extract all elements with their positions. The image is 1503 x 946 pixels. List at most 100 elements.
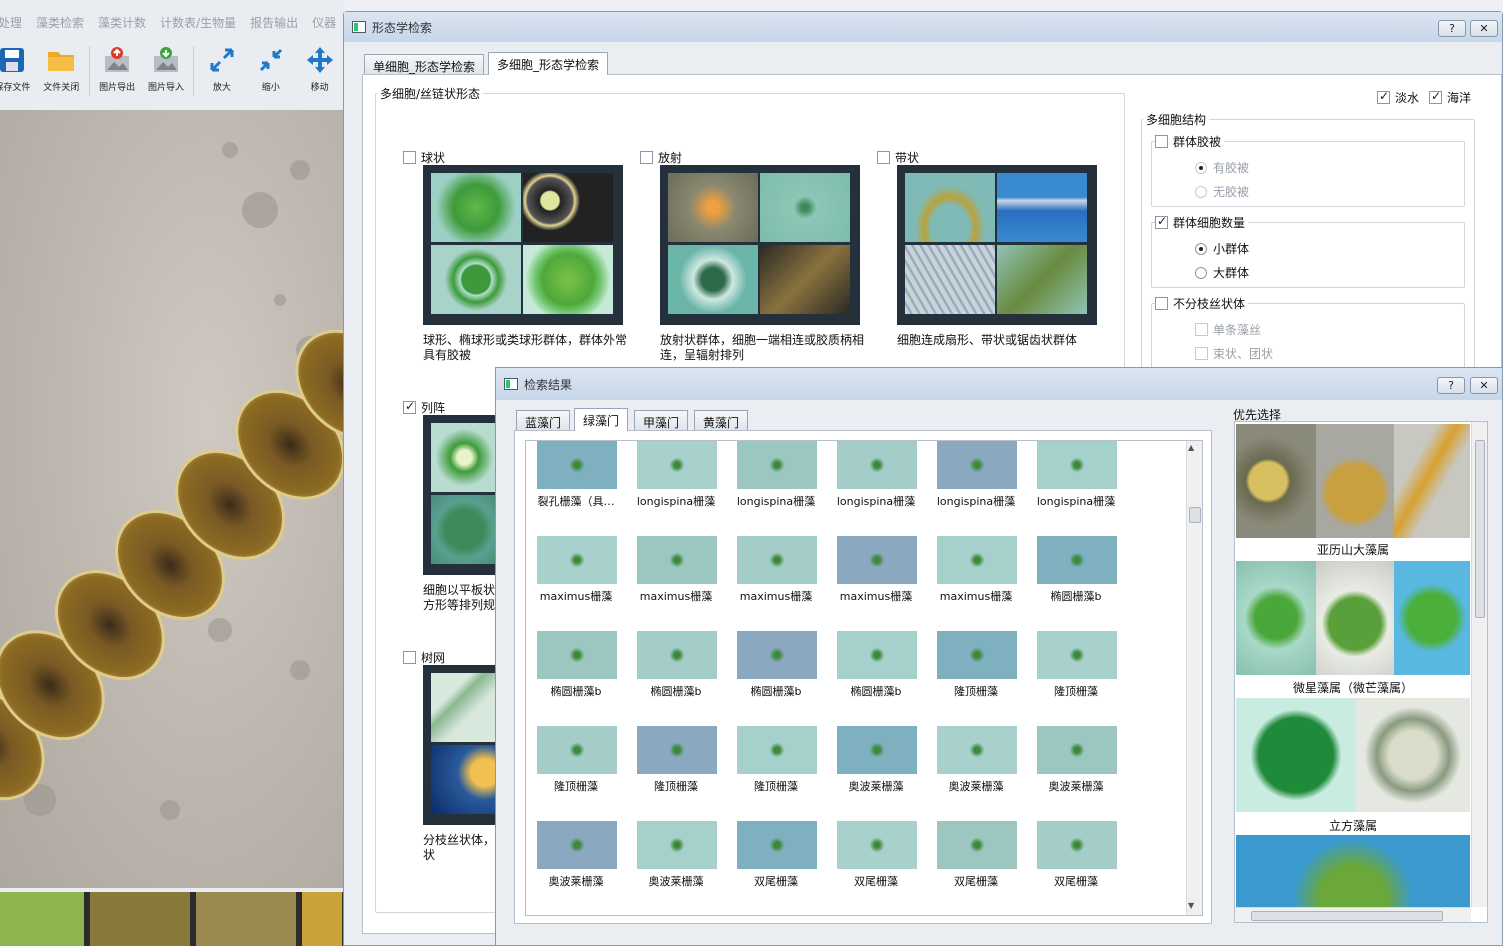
scroll-thumb[interactable] (1251, 911, 1443, 921)
result-item[interactable]: longispina栅藻 (726, 441, 826, 531)
result-item[interactable]: 双尾栅藻 (926, 821, 1026, 911)
radial-checkbox[interactable] (640, 151, 653, 164)
result-thumbnail[interactable] (1037, 631, 1117, 679)
marine-option[interactable]: 海洋 (1429, 89, 1471, 106)
band-checkbox[interactable] (877, 151, 890, 164)
result-thumbnail[interactable] (737, 726, 817, 774)
result-thumbnail[interactable] (837, 441, 917, 489)
result-thumbnail[interactable] (1037, 821, 1117, 869)
colony-count-option[interactable]: 群体细胞数量 (1155, 214, 1249, 231)
spherical-checkbox[interactable] (403, 151, 416, 164)
small-colony-radio[interactable] (1195, 243, 1207, 255)
freshwater-checkbox[interactable] (1377, 89, 1390, 104)
results-vscrollbar[interactable]: ▲ ▼ (1186, 441, 1202, 915)
result-item[interactable]: maximus栅藻 (826, 536, 926, 626)
unbranched-option[interactable]: 不分枝丝状体 (1155, 295, 1249, 312)
priority-item-image[interactable] (1236, 698, 1470, 812)
microscope-image[interactable] (0, 110, 344, 888)
result-item[interactable]: 椭圆栅藻b (626, 631, 726, 721)
tab-chlorophyta[interactable]: 绿藻门 (574, 408, 629, 431)
priority-item-image[interactable] (1236, 835, 1470, 915)
result-item[interactable]: longispina栅藻 (1026, 441, 1126, 531)
array-option[interactable]: 列阵 (403, 399, 445, 416)
no-sheath-option[interactable]: 无胶被 (1195, 183, 1249, 200)
result-item[interactable]: longispina栅藻 (826, 441, 926, 531)
result-item[interactable]: 隆顶栅藻 (626, 726, 726, 816)
menu-item-instrument[interactable]: 仪器 (312, 14, 336, 36)
result-item[interactable]: 奥波莱栅藻 (1026, 726, 1126, 816)
tab-cyanophyta[interactable]: 蓝藻门 (516, 410, 571, 431)
thumbnail[interactable] (196, 892, 296, 946)
result-item[interactable]: maximus栅藻 (726, 536, 826, 626)
array-checkbox[interactable] (403, 399, 416, 414)
result-thumbnail[interactable] (1037, 536, 1117, 584)
result-item[interactable]: maximus栅藻 (626, 536, 726, 626)
branch-checkbox[interactable] (403, 651, 416, 664)
radial-option[interactable]: 放射 (640, 149, 682, 166)
priority-item-image[interactable] (1236, 424, 1470, 538)
result-item[interactable]: 双尾栅藻 (726, 821, 826, 911)
marine-checkbox[interactable] (1429, 89, 1442, 104)
result-thumbnail[interactable] (937, 726, 1017, 774)
result-item[interactable]: 奥波莱栅藻 (626, 821, 726, 911)
result-thumbnail[interactable] (937, 536, 1017, 584)
band-option[interactable]: 带状 (877, 149, 919, 166)
small-colony-option[interactable]: 小群体 (1195, 240, 1249, 257)
menu-item-process[interactable]: 处理 (0, 14, 22, 36)
unbranched-checkbox[interactable] (1155, 297, 1168, 310)
colony-count-checkbox[interactable] (1155, 214, 1168, 229)
result-thumbnail[interactable] (537, 441, 617, 489)
priority-item-image[interactable] (1236, 561, 1470, 675)
branch-option[interactable]: 树网 (403, 649, 445, 666)
has-sheath-option[interactable]: 有胶被 (1195, 159, 1249, 176)
thumbnail[interactable] (302, 892, 342, 946)
freshwater-option[interactable]: 淡水 (1377, 89, 1419, 106)
result-item[interactable]: 隆顶栅藻 (726, 726, 826, 816)
result-thumbnail[interactable] (937, 631, 1017, 679)
bundle-option[interactable]: 束状、团状 (1195, 345, 1273, 362)
result-thumbnail[interactable] (837, 631, 917, 679)
result-thumbnail[interactable] (637, 821, 717, 869)
single-filament-option[interactable]: 单条藻丝 (1195, 321, 1261, 338)
result-item[interactable]: 奥波莱栅藻 (926, 726, 1026, 816)
result-thumbnail[interactable] (1037, 441, 1117, 489)
close-button[interactable]: ✕ (1470, 20, 1498, 37)
result-thumbnail[interactable] (837, 821, 917, 869)
scroll-thumb[interactable] (1189, 507, 1201, 523)
result-thumbnail[interactable] (537, 536, 617, 584)
result-thumbnail[interactable] (1037, 726, 1117, 774)
save-file-button[interactable]: 保存文件 (0, 42, 37, 100)
result-thumbnail[interactable] (637, 536, 717, 584)
result-item[interactable]: 奥波莱栅藻 (826, 726, 926, 816)
result-thumbnail[interactable] (837, 536, 917, 584)
tab-pyrrophyta[interactable]: 甲藻门 (634, 410, 689, 431)
result-thumbnail[interactable] (737, 536, 817, 584)
has-sheath-radio[interactable] (1195, 162, 1207, 174)
menu-item-algae-search[interactable]: 藻类检索 (36, 14, 84, 36)
large-colony-radio[interactable] (1195, 267, 1207, 279)
result-thumbnail[interactable] (737, 441, 817, 489)
priority-vscrollbar[interactable] (1471, 422, 1487, 907)
result-item[interactable]: 椭圆栅藻b (1026, 536, 1126, 626)
result-thumbnail[interactable] (637, 441, 717, 489)
result-thumbnail[interactable] (637, 631, 717, 679)
result-thumbnail[interactable] (837, 726, 917, 774)
tab-xanthophyta[interactable]: 黄藻门 (694, 410, 749, 431)
image-import-button[interactable]: 图片导入 (142, 42, 191, 100)
scroll-thumb[interactable] (1475, 440, 1485, 618)
tab-multi-cell[interactable]: 多细胞_形态学检索 (488, 52, 609, 75)
result-item[interactable]: 椭圆栅藻b (526, 631, 626, 721)
close-file-button[interactable]: 文件关闭 (37, 42, 86, 100)
thumbnail[interactable] (90, 892, 190, 946)
result-thumbnail[interactable] (637, 726, 717, 774)
single-filament-checkbox[interactable] (1195, 323, 1208, 336)
result-thumbnail[interactable] (937, 441, 1017, 489)
result-item[interactable]: 奥波莱栅藻 (526, 821, 626, 911)
result-item[interactable]: 双尾栅藻 (826, 821, 926, 911)
menu-item-count-table[interactable]: 计数表/生物量 (160, 14, 236, 36)
priority-hscrollbar[interactable] (1235, 907, 1471, 922)
result-item[interactable]: longispina栅藻 (626, 441, 726, 531)
result-thumbnail[interactable] (537, 821, 617, 869)
colony-sheath-checkbox[interactable] (1155, 135, 1168, 148)
zoom-in-button[interactable]: 放大 (197, 42, 246, 100)
